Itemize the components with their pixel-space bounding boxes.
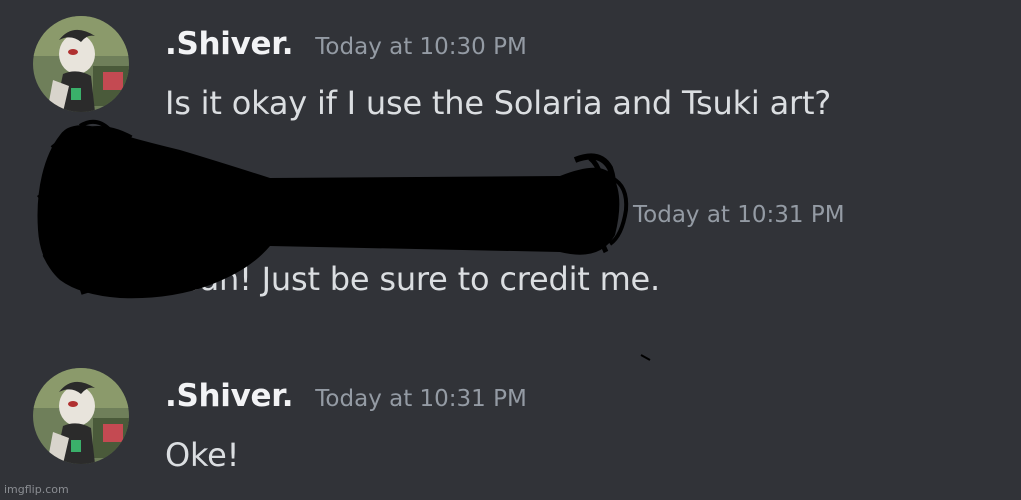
message-text: Oke! xyxy=(165,436,240,474)
message-header: .Shiver. Today at 10:31 PM xyxy=(165,378,527,414)
message-group: .Shiver. Today at 10:31 PM Oke! xyxy=(0,350,1021,500)
watermark: imgflip.com xyxy=(4,483,69,496)
chat-view: .Shiver. Today at 10:30 PM Is it okay if… xyxy=(0,0,1021,500)
username[interactable]: .Shiver. xyxy=(165,378,294,414)
timestamp[interactable]: Today at 10:31 PM xyxy=(315,386,527,412)
avatar-image xyxy=(33,368,129,464)
avatar[interactable] xyxy=(33,368,129,464)
